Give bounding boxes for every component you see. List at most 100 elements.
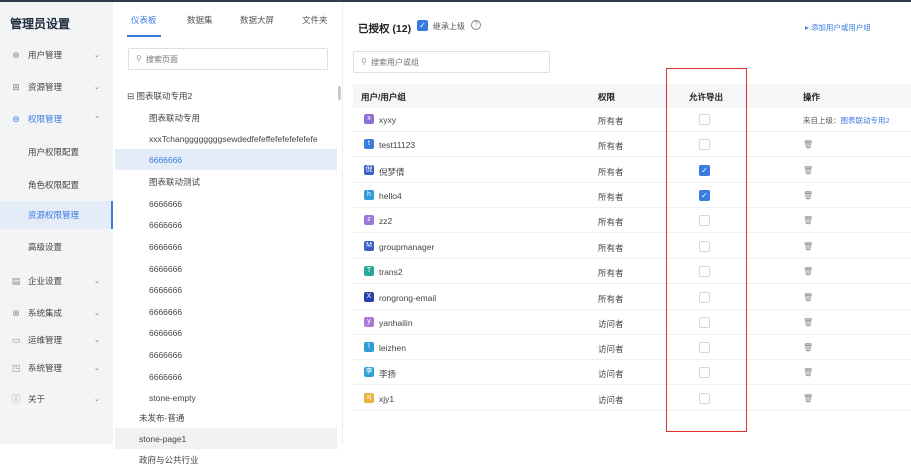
table-row: y yanhailin 访问者 🗑 (353, 310, 911, 335)
delete-icon[interactable]: 🗑 (803, 343, 813, 352)
tree-row[interactable]: 政府与公共行业 (115, 449, 337, 470)
table-row: 李李扬 访问者 🗑 (353, 360, 911, 385)
delete-icon[interactable]: 🗑 (803, 293, 813, 302)
inherited-from-label: 来自上级： (803, 116, 841, 125)
tree-row[interactable]: 6666666 (115, 322, 337, 343)
inherited-from-link[interactable]: 图表联动专用2 (841, 116, 890, 125)
sidebar-item-system-management[interactable]: ◳ 系统管理 ⌄ (0, 354, 113, 382)
chevron-down-icon: ⌄ (94, 365, 100, 372)
sidebar-item-label: 角色权限配置 (28, 180, 80, 190)
tab-dashboard[interactable]: 仪表板 (131, 14, 157, 26)
building-icon: ▤ (11, 276, 21, 286)
table-header: 用户/用户组 权限 允许导出 操作 (353, 84, 911, 108)
delete-icon[interactable]: 🗑 (803, 242, 813, 251)
table-row: t test11123 所有者 🗑 (353, 132, 911, 157)
tree-folder-row[interactable]: ⊟ 图表联动专用2 (115, 85, 337, 106)
tree-row[interactable]: 6666666 (115, 279, 337, 300)
delete-icon[interactable]: 🗑 (803, 318, 813, 327)
permission-role: 所有者 (598, 294, 624, 304)
settings-icon: ◳ (11, 363, 21, 373)
user-icon: ⊛ (12, 50, 20, 60)
tree-row-selected[interactable]: 6666666 (115, 149, 337, 170)
sidebar-item-label: 系统管理 (28, 363, 63, 373)
tree-row[interactable]: 6666666 (115, 344, 337, 365)
user-name: hello4 (379, 191, 402, 201)
sidebar-item-resource-permission[interactable]: 资源权限管理 (0, 201, 113, 229)
tree-row[interactable]: 6666666 (115, 236, 337, 257)
user-name: leizhen (379, 343, 406, 353)
chevron-down-icon: ⌄ (94, 52, 100, 59)
sidebar-title: 管理员设置 (10, 17, 71, 31)
admin-sidebar: 管理员设置 ⊛ 用户管理 ⌄ ⊞ 资源管理 ⌄ ⊜ 权限管理 ⌃ 用户权限配置 … (0, 2, 113, 444)
user-name: yanhailin (379, 318, 413, 328)
tree-row[interactable]: 6666666 (115, 301, 337, 322)
tree-row[interactable]: 图表联动测试 (115, 171, 337, 192)
sidebar-item-label: 企业设置 (28, 276, 63, 286)
permission-role: 所有者 (598, 268, 624, 278)
active-tab-indicator (127, 35, 161, 37)
user-avatar-icon: 倪 (364, 165, 374, 175)
sidebar-item-permission-management[interactable]: ⊜ 权限管理 ⌃ (0, 105, 113, 133)
inherit-checkbox[interactable]: ✓ (417, 20, 428, 31)
table-row: Xrongrong-email 所有者 🗑 (353, 285, 911, 310)
permission-role: 所有者 (598, 141, 624, 151)
permission-role: 访问者 (598, 319, 624, 329)
chevron-down-icon: ⌄ (94, 84, 100, 91)
delete-icon[interactable]: 🗑 (803, 191, 813, 200)
tree-row[interactable]: 6666666 (115, 366, 337, 387)
resource-type-tabs: 仪表板 数据集 数据大屏 文件夹 (113, 2, 343, 38)
delete-icon[interactable]: 🗑 (803, 166, 813, 175)
user-name: 倪梦倩 (379, 167, 405, 177)
resource-tree-panel: 仪表板 数据集 数据大屏 文件夹 ⚲ ⊟ 图表联动专用2 图表联动专用 xxxT… (113, 2, 343, 465)
tree-row[interactable]: 未发布-普通 (115, 407, 337, 428)
delete-icon[interactable]: 🗑 (803, 394, 813, 403)
sidebar-item-ops-management[interactable]: ▭ 运维管理 ⌄ (0, 326, 113, 354)
table-row: Ttrans2 所有者 🗑 (353, 259, 911, 284)
add-user-or-group-link[interactable]: ▸ 添加用户或用户组 (805, 22, 871, 33)
tab-data-screen[interactable]: 数据大屏 (240, 14, 274, 26)
permission-role: 所有者 (598, 116, 624, 126)
delete-icon[interactable]: 🗑 (803, 216, 813, 225)
sidebar-item-about[interactable]: ⓘ 关于 ⌄ (0, 385, 113, 413)
user-search-input[interactable] (371, 55, 541, 69)
sidebar-item-system-integration[interactable]: ⊗ 系统集成 ⌄ (0, 299, 113, 327)
authorized-count-title: 已授权 (12) (358, 23, 412, 35)
sidebar-item-label: 运维管理 (28, 335, 63, 345)
tree-row-hovered[interactable]: stone-page1 (115, 428, 337, 449)
search-icon: ⚲ (136, 54, 142, 63)
sidebar-item-user-permission[interactable]: 用户权限配置 (0, 138, 113, 166)
tab-folder[interactable]: 文件夹 (302, 14, 328, 26)
sidebar-item-role-permission[interactable]: 角色权限配置 (0, 171, 113, 199)
sidebar-item-label: 高级设置 (28, 242, 63, 252)
delete-icon[interactable]: 🗑 (803, 267, 813, 276)
column-header-ops: 操作 (803, 92, 821, 102)
table-row: h hello4 所有者 ✓ 🗑 (353, 183, 911, 208)
sidebar-item-advanced-settings[interactable]: 高级设置 (0, 233, 113, 261)
tree-row[interactable]: 6666666 (115, 258, 337, 279)
highlight-box (666, 68, 747, 432)
delete-icon[interactable]: 🗑 (803, 140, 813, 149)
column-header-user: 用户/用户组 (361, 92, 406, 102)
table-row: z zz2 所有者 🗑 (353, 208, 911, 233)
sidebar-item-label: 资源权限管理 (28, 210, 80, 220)
tree-scrollbar[interactable] (338, 86, 341, 100)
user-name: groupmanager (379, 242, 435, 252)
user-avatar-icon: X (364, 292, 374, 302)
chevron-down-icon: ⌄ (94, 337, 100, 344)
sidebar-item-resource-management[interactable]: ⊞ 资源管理 ⌄ (0, 73, 113, 101)
sidebar-item-user-management[interactable]: ⊛ 用户管理 ⌄ (0, 41, 113, 69)
sidebar-item-enterprise-settings[interactable]: ▤ 企业设置 ⌄ (0, 267, 113, 295)
tree-row[interactable]: 6666666 (115, 214, 337, 235)
delete-icon[interactable]: 🗑 (803, 368, 813, 377)
tab-dataset[interactable]: 数据集 (187, 14, 213, 26)
tree-row[interactable]: xxxTchanggggggggsewdedfefeffefefefefefef… (115, 128, 337, 149)
tree-row[interactable]: 图表联动专用 (115, 107, 337, 128)
tree-row[interactable]: stone-empty (115, 387, 337, 408)
user-avatar-icon: l (364, 342, 374, 352)
table-row: Mgroupmanager 所有者 🗑 (353, 234, 911, 259)
help-icon[interactable]: ? (471, 20, 481, 30)
chevron-down-icon: ⌄ (94, 396, 100, 403)
user-name: rongrong-email (379, 293, 437, 303)
page-search-input[interactable] (146, 52, 321, 66)
tree-row[interactable]: 6666666 (115, 193, 337, 214)
